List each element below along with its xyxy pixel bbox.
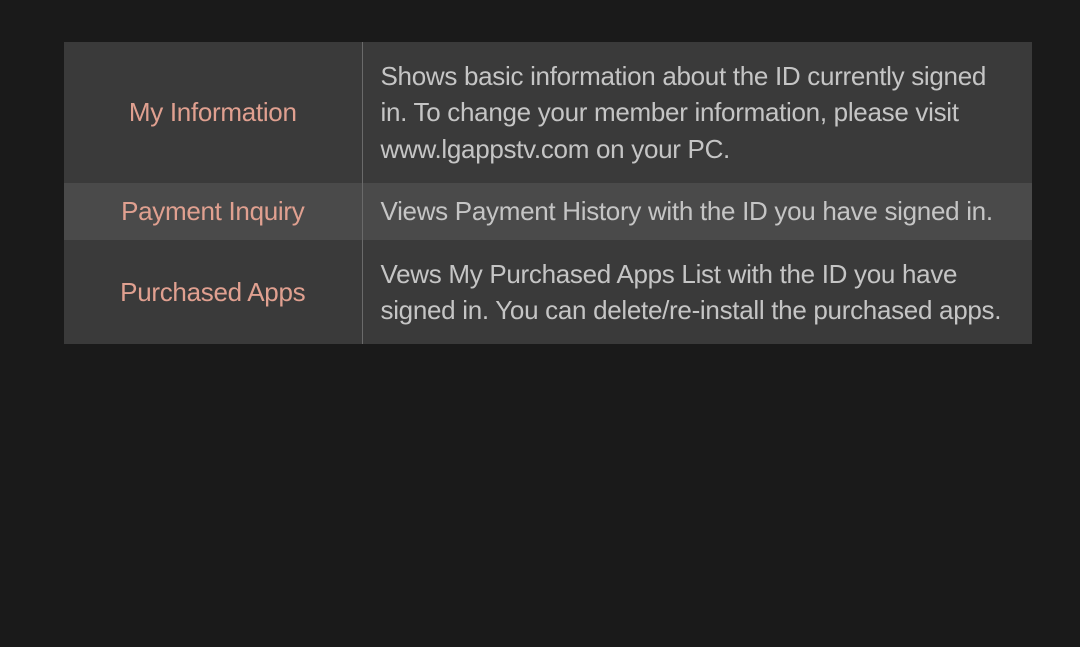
table-row[interactable]: Purchased Apps Vews My Purchased Apps Li… — [64, 240, 1032, 345]
menu-item-description: Views Payment History with the ID you ha… — [362, 183, 1032, 239]
menu-item-label: My Information — [64, 42, 362, 183]
table-row[interactable]: My Information Shows basic information a… — [64, 42, 1032, 183]
menu-item-description: Vews My Purchased Apps List with the ID … — [362, 240, 1032, 345]
table-row[interactable]: Payment Inquiry Views Payment History wi… — [64, 183, 1032, 239]
menu-item-label: Payment Inquiry — [64, 183, 362, 239]
menu-item-description: Shows basic information about the ID cur… — [362, 42, 1032, 183]
menu-item-label: Purchased Apps — [64, 240, 362, 345]
menu-info-table: My Information Shows basic information a… — [64, 42, 1032, 344]
